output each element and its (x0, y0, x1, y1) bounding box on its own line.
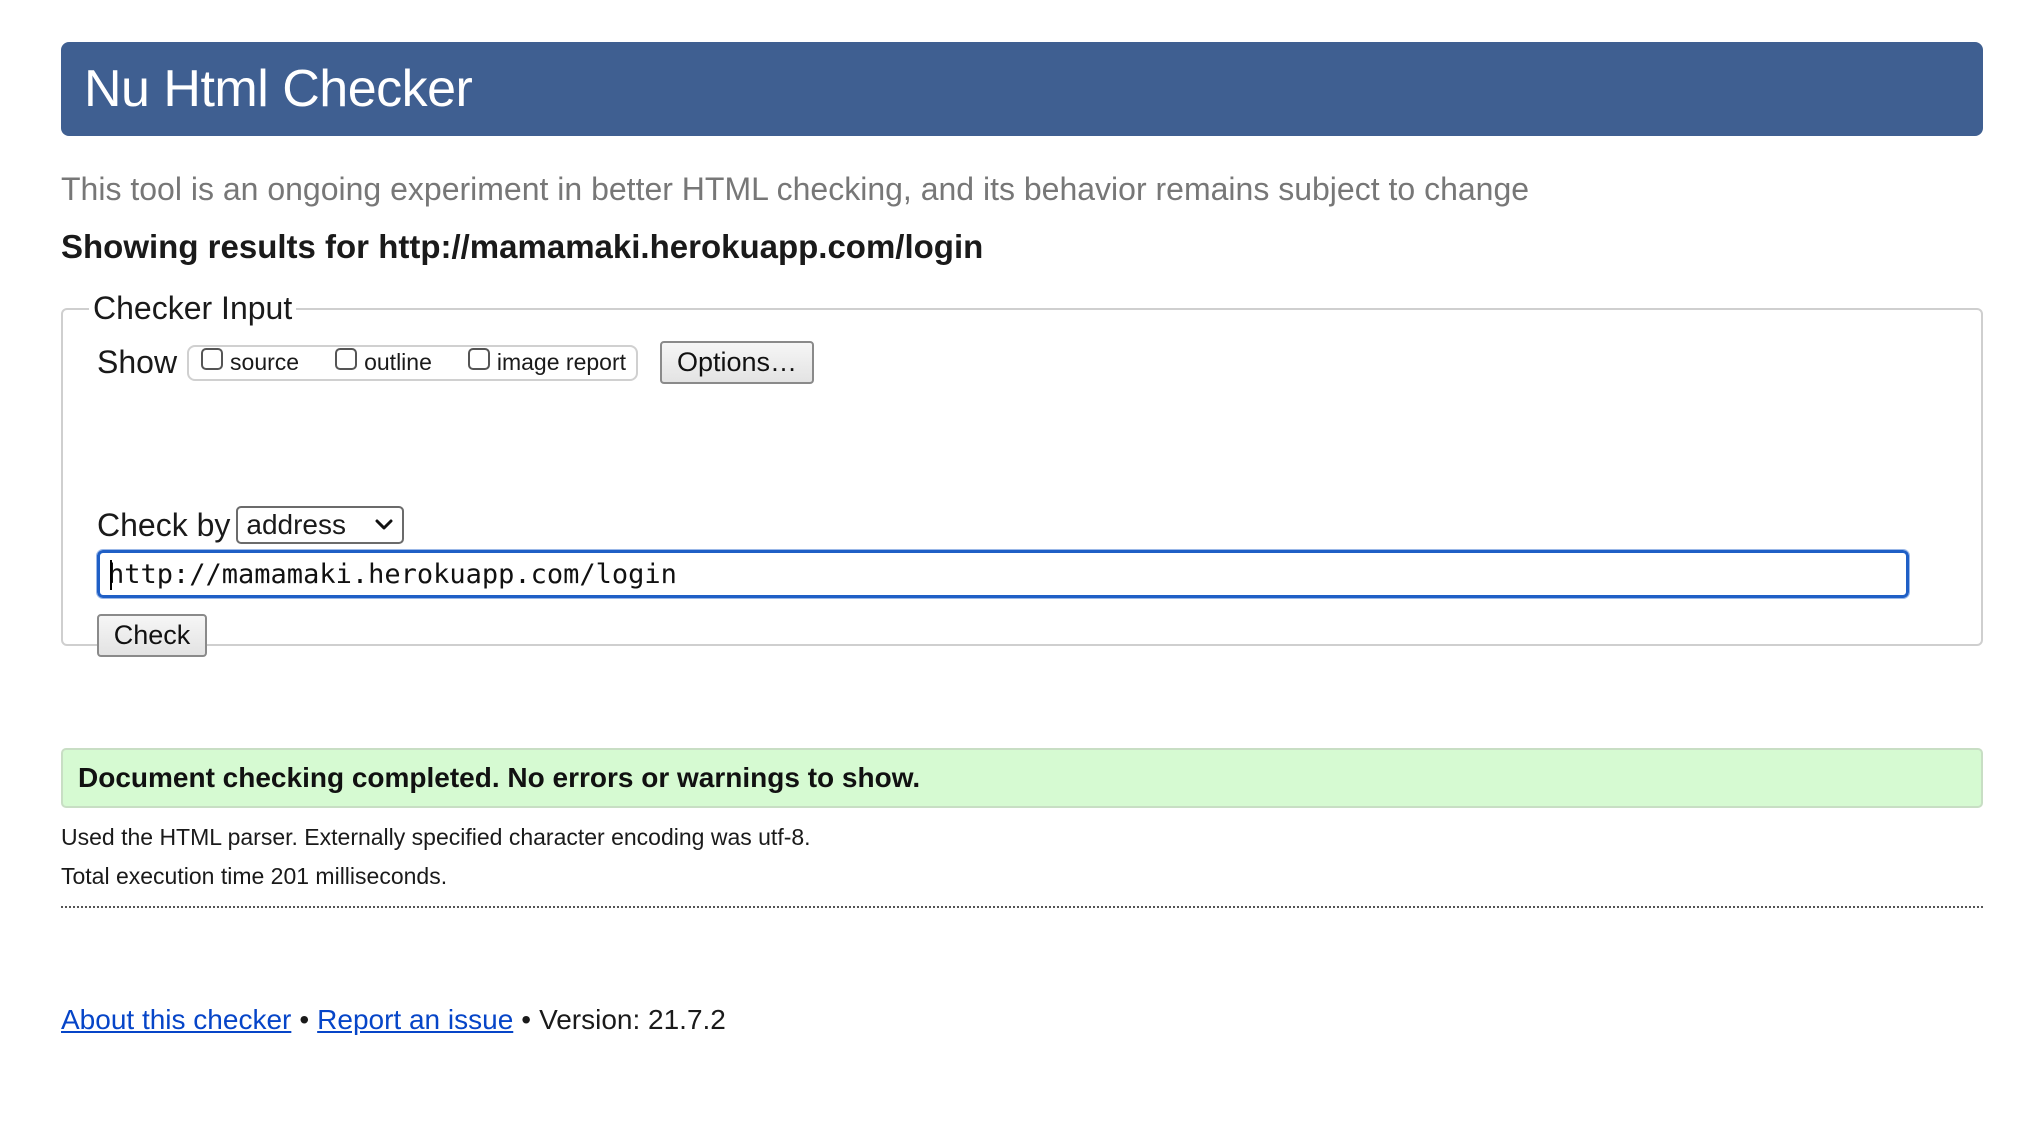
source-checkbox[interactable] (201, 347, 224, 370)
page-title: Nu Html Checker (84, 60, 473, 118)
report-issue-link[interactable]: Report an issue (317, 1004, 513, 1035)
text-caret (110, 560, 112, 591)
image-report-checkbox-label: image report (496, 349, 626, 376)
url-input-value: http://mamamaki.herokuapp.com/login (108, 558, 677, 590)
page-container: Nu Html Checker This tool is an ongoing … (61, 42, 1983, 1036)
header-bar: Nu Html Checker (61, 42, 1983, 136)
checker-input-legend: Checker Input (93, 290, 293, 327)
checker-input-fieldset: Checker Input Show source outline image … (61, 290, 1983, 658)
dotted-divider (61, 906, 1983, 909)
check-by-selected-value: address (246, 509, 347, 541)
show-label: Show (97, 344, 178, 381)
options-button[interactable]: Options… (660, 341, 814, 385)
version-text: Version: 21.7.2 (539, 1004, 726, 1036)
check-by-select[interactable]: address (236, 506, 405, 545)
show-options-group: source outline image report (187, 344, 638, 381)
footer: About this checker • Report an issue • Versi… (61, 1004, 1983, 1036)
footer-separator: • (299, 1004, 310, 1036)
parser-info: Used the HTML parser. Externally specifi… (61, 824, 811, 851)
show-image-report-option[interactable]: image report (467, 347, 626, 376)
success-message: Document checking completed. No errors o… (61, 748, 1983, 809)
show-source-option[interactable]: source (201, 347, 300, 376)
footer-separator: • (521, 1004, 532, 1036)
source-checkbox-label: source (230, 349, 300, 376)
chevron-down-icon (375, 519, 393, 530)
show-outline-option[interactable]: outline (335, 347, 432, 376)
outline-checkbox-label: outline (364, 349, 432, 376)
about-checker-link[interactable]: About this checker (61, 1004, 291, 1035)
outline-checkbox[interactable] (335, 347, 358, 370)
execution-time: Total execution time 201 milliseconds. (61, 863, 448, 890)
results-for-heading: Showing results for http://mamamaki.hero… (61, 228, 984, 266)
check-by-label: Check by (97, 506, 231, 543)
check-by-row: Check by address (97, 506, 1947, 545)
tagline: This tool is an ongoing experiment in be… (61, 171, 1530, 207)
check-button[interactable]: Check (97, 614, 207, 658)
image-report-checkbox[interactable] (467, 347, 490, 370)
show-row: Show source outline image report Options… (97, 341, 1947, 385)
url-input[interactable]: http://mamamaki.herokuapp.com/login (96, 549, 1910, 600)
